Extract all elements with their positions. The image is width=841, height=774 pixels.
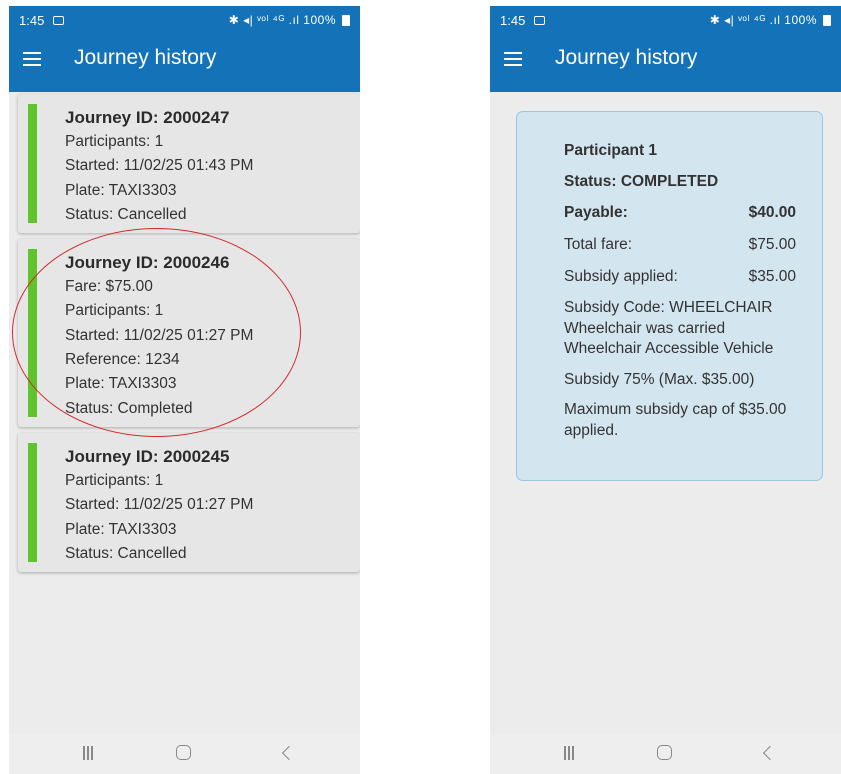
- journey-detail-screen: 1:45 ✱ ◂| ᵛᵒˡ ⁴ᴳ .ıl 100% Journey histor…: [490, 6, 841, 774]
- battery-percent: 100%: [784, 13, 817, 27]
- status-time: 1:45: [500, 13, 526, 28]
- total-fare-row: Total fare: $75.00: [564, 234, 796, 255]
- journey-list: Journey ID: 2000247 Participants: 1 Starte…: [18, 94, 360, 578]
- payable-value: $40.00: [748, 204, 796, 221]
- journey-detail-line: Participants: 1: [65, 133, 164, 150]
- journey-status-bar: [28, 249, 37, 417]
- journey-card[interactable]: Journey ID: 2000246 Fare: $75.00 Participa…: [18, 239, 360, 427]
- subsidy-applied-label: Subsidy applied:: [564, 268, 678, 285]
- journey-status-bar: [28, 442, 37, 563]
- journey-detail-line: Plate: TAXI3303: [65, 520, 177, 538]
- status-indicators: ✱ ◂| ᵛᵒˡ ⁴ᴳ .ıl 100%: [229, 13, 336, 27]
- journey-id: Journey ID: 2000246: [65, 253, 230, 273]
- back-icon[interactable]: [762, 745, 778, 761]
- recent-apps-icon[interactable]: [81, 746, 95, 760]
- journey-detail-line: Status: Cancelled: [65, 544, 187, 562]
- subsidy-cap-note: Maximum subsidy cap of $35.00 applied.: [564, 401, 787, 439]
- app-bar: 1:45 ✱ ◂| ᵛᵒˡ ⁴ᴳ .ıl 100% Journey histor…: [9, 6, 360, 92]
- recent-apps-icon[interactable]: [562, 746, 576, 760]
- journey-detail-line: Started: 11/02/25 01:27 PM: [65, 496, 254, 514]
- journey-id: Journey ID: 2000245: [65, 446, 230, 466]
- battery-percent: 100%: [303, 13, 336, 27]
- battery-icon: [823, 15, 831, 26]
- participant-status: Status: COMPLETED: [564, 173, 719, 190]
- menu-icon[interactable]: [23, 52, 41, 66]
- journey-detail-line: Status: Cancelled: [65, 205, 187, 223]
- journey-detail-line: Started: 11/02/25 01:43 PM: [65, 157, 254, 175]
- status-indicators: ✱ ◂| ᵛᵒˡ ⁴ᴳ .ıl 100%: [710, 13, 817, 27]
- menu-icon[interactable]: [504, 52, 522, 66]
- subsidy-code: Subsidy Code: WHEELCHAIR: [564, 299, 773, 316]
- participant-heading: Participant 1: [564, 142, 658, 159]
- back-icon[interactable]: [281, 745, 297, 761]
- status-time: 1:45: [19, 13, 45, 28]
- subsidy-note: Wheelchair Accessible Vehicle: [564, 340, 774, 357]
- subsidy-code-block: Subsidy Code: WHEELCHAIR Wheelchair was …: [564, 298, 796, 360]
- payable-row: Payable: $40.00: [564, 202, 796, 223]
- status-indicator-icons: ✱ ◂| ᵛᵒˡ ⁴ᴳ .ıl: [709, 13, 781, 27]
- battery-icon: [342, 15, 350, 26]
- journey-detail-line: Status: Completed: [65, 399, 193, 417]
- status-indicator-icons: ✱ ◂| ᵛᵒˡ ⁴ᴳ .ıl: [228, 13, 300, 27]
- system-nav-bar: [9, 734, 360, 774]
- home-icon[interactable]: [176, 745, 191, 760]
- payable-label: Payable:: [564, 204, 628, 221]
- total-fare-value: $75.00: [748, 236, 796, 253]
- journey-detail-line: Fare: $75.00: [65, 278, 153, 296]
- journey-detail-line: Participants: 1: [65, 302, 164, 320]
- journey-status-bar: [28, 104, 37, 224]
- image-icon: [53, 16, 64, 25]
- home-icon[interactable]: [657, 745, 672, 760]
- subsidy-applied-value: $35.00: [748, 268, 796, 285]
- journey-list-screen: 1:45 ✱ ◂| ᵛᵒˡ ⁴ᴳ .ıl 100% Journey histor…: [9, 6, 360, 774]
- image-icon: [534, 16, 545, 25]
- participant-detail-card: Participant 1 Status: COMPLETED Payable:…: [516, 111, 823, 481]
- page-title: Journey history: [74, 46, 217, 69]
- journey-detail-line: Started: 11/02/25 01:27 PM: [65, 326, 254, 344]
- journey-card[interactable]: Journey ID: 2000247 Participants: 1 Starte…: [18, 94, 360, 234]
- subsidy-note: Wheelchair was carried: [564, 319, 726, 337]
- journey-card[interactable]: Journey ID: 2000245 Participants: 1 Starte…: [18, 432, 360, 573]
- app-bar: 1:45 ✱ ◂| ᵛᵒˡ ⁴ᴳ .ıl 100% Journey histor…: [490, 6, 841, 92]
- system-nav-bar: [490, 734, 841, 774]
- page-title: Journey history: [555, 46, 698, 69]
- journey-detail-line: Participants: 1: [65, 471, 164, 489]
- journey-detail-line: Reference: 1234: [65, 351, 180, 369]
- journey-id: Journey ID: 2000247: [65, 108, 230, 127]
- total-fare-label: Total fare:: [564, 236, 633, 253]
- subsidy-applied-row: Subsidy applied: $35.00: [564, 266, 796, 287]
- subsidy-rate: Subsidy 75% (Max. $35.00): [564, 370, 755, 388]
- journey-detail-line: Plate: TAXI3303: [65, 181, 177, 199]
- journey-detail-line: Plate: TAXI3303: [65, 375, 177, 393]
